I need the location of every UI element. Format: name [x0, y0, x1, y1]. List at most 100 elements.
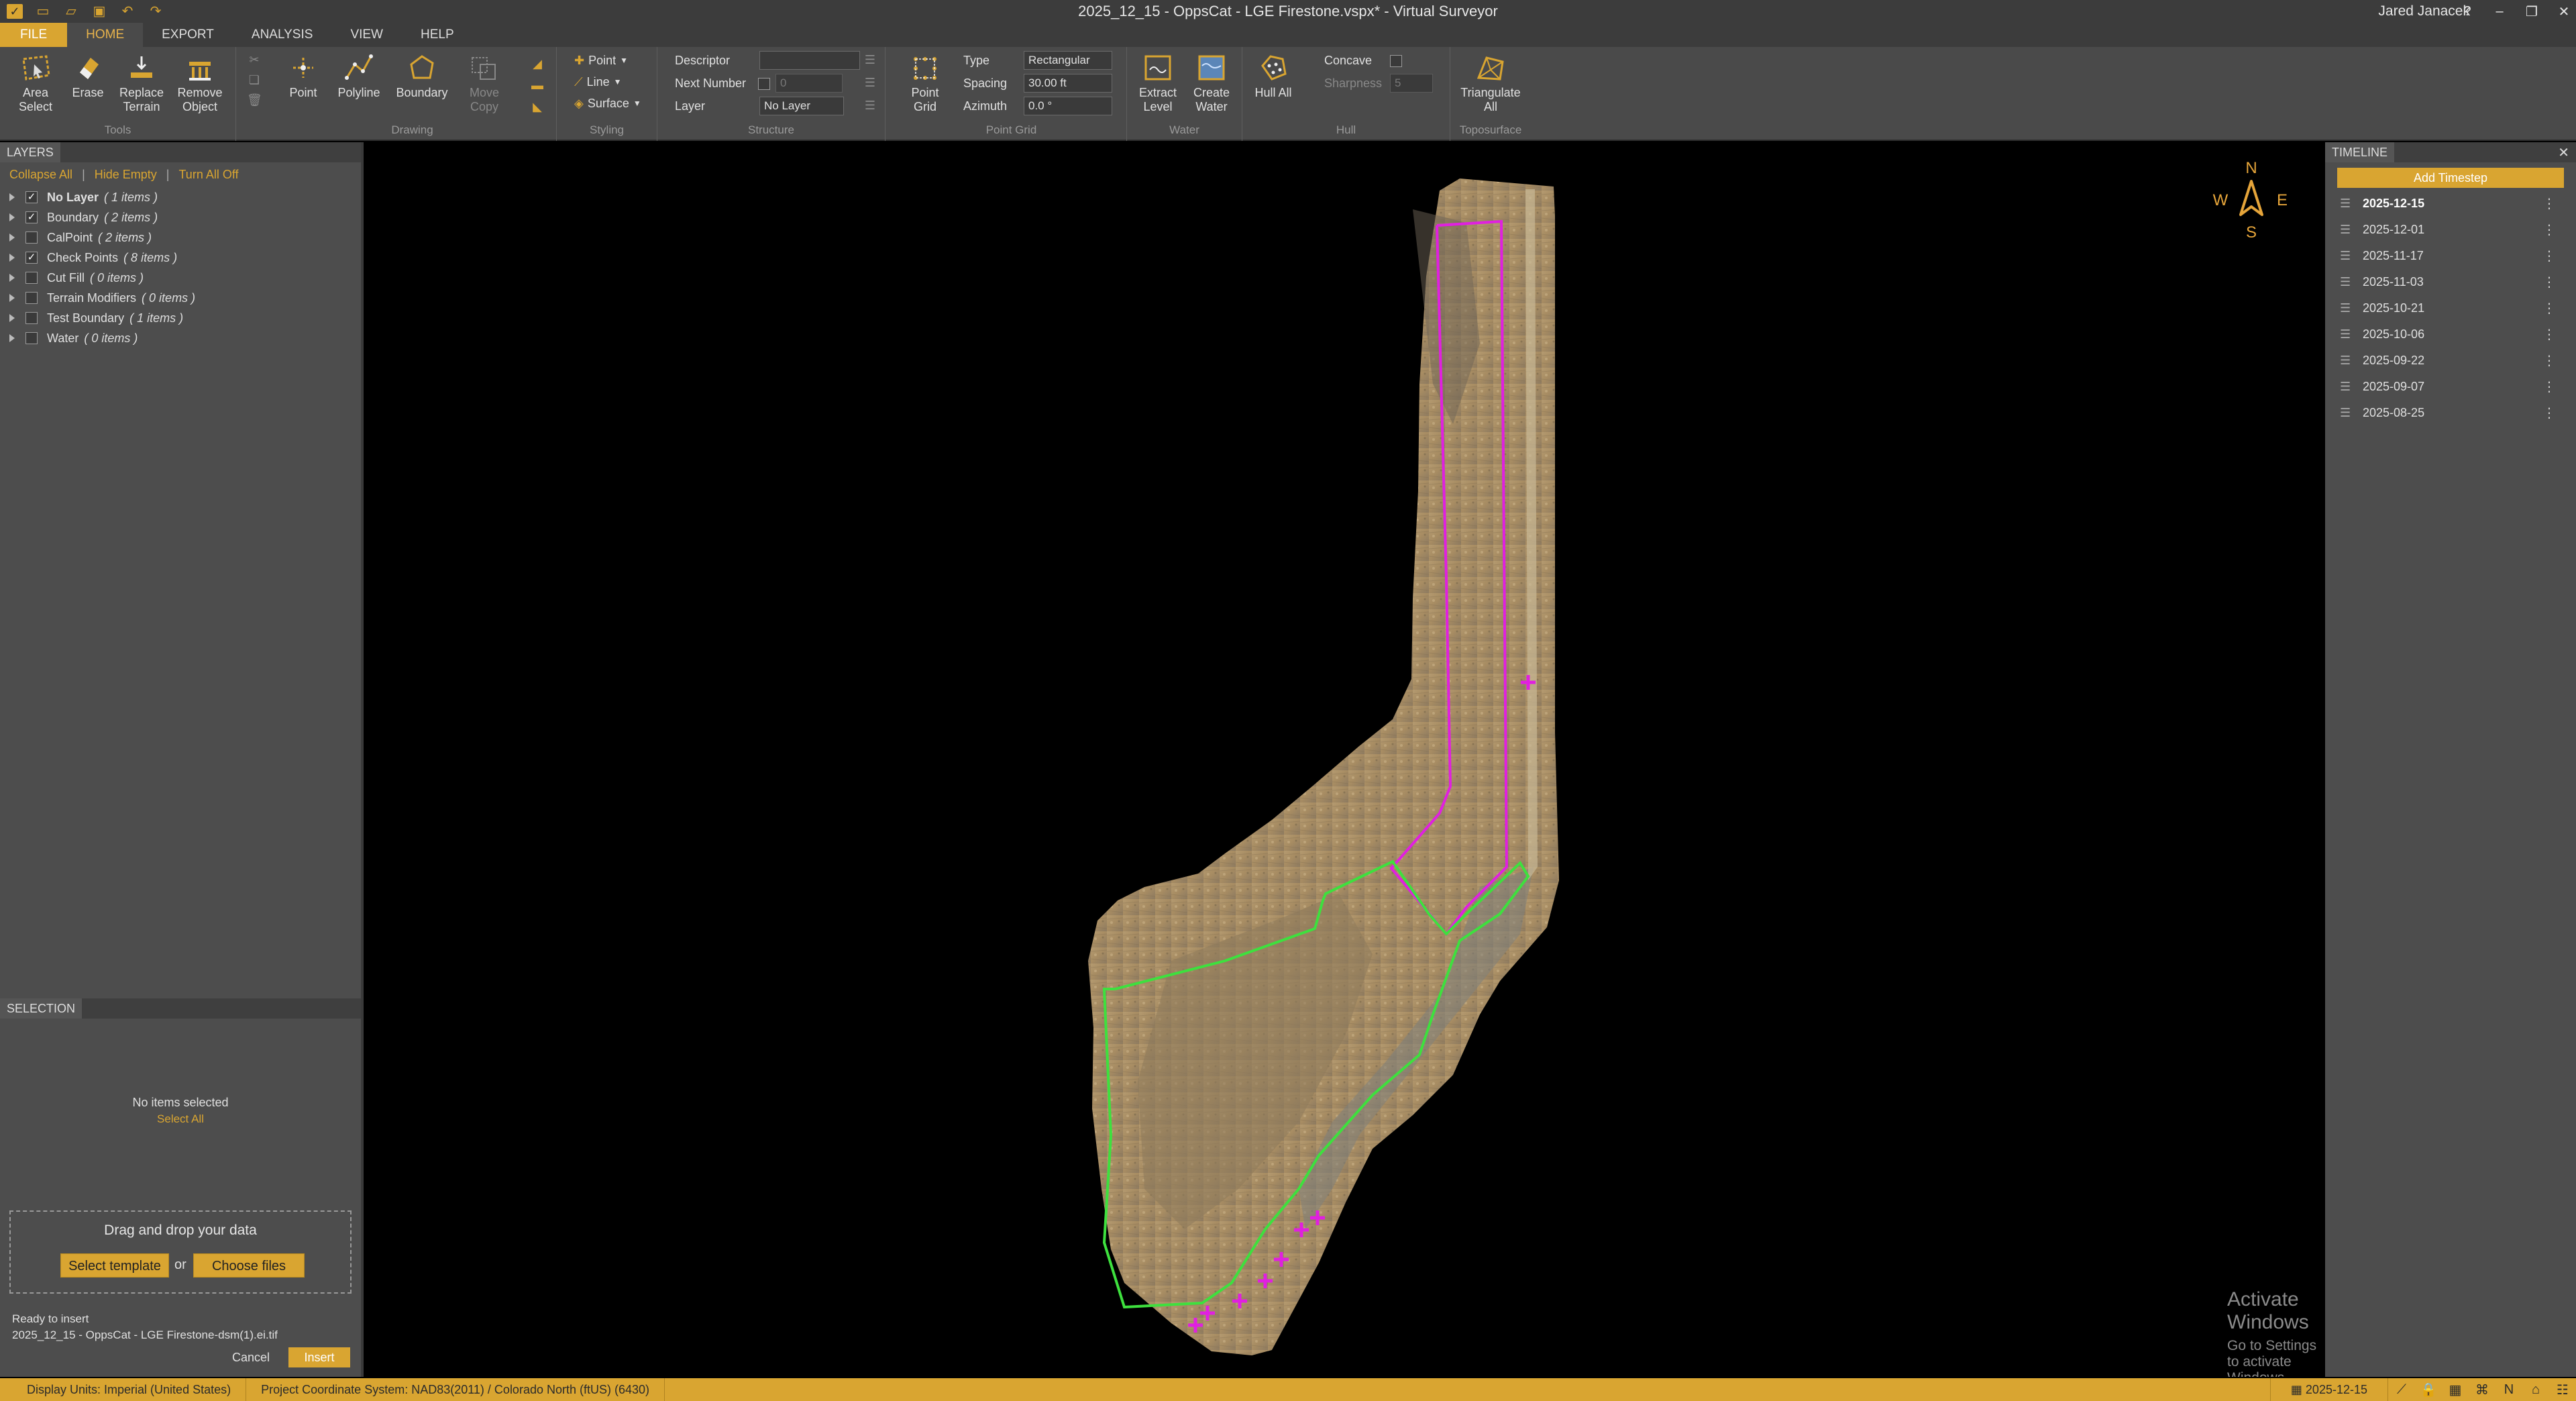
expand-arrow-icon[interactable]: [9, 213, 15, 221]
drag-handle-icon[interactable]: ☰: [2340, 380, 2353, 394]
more-options-icon[interactable]: ⋮: [2542, 326, 2556, 343]
list-icon[interactable]: ☰: [863, 98, 877, 113]
point-style-dropdown[interactable]: ✚ Point ▼: [574, 51, 628, 70]
more-options-icon[interactable]: ⋮: [2542, 352, 2556, 369]
cancel-button[interactable]: Cancel: [224, 1347, 278, 1367]
grid-view-icon[interactable]: ▦: [2442, 1382, 2469, 1398]
current-date[interactable]: ▦ 2025-12-15: [2269, 1378, 2388, 1401]
redo-icon[interactable]: ↷: [148, 4, 164, 19]
expand-arrow-icon[interactable]: [9, 193, 15, 201]
expand-arrow-icon[interactable]: [9, 294, 15, 302]
save-icon[interactable]: ▣: [91, 4, 107, 19]
timestep-row[interactable]: ☰ 2025-11-03 ⋮: [2325, 269, 2576, 295]
open-folder-icon[interactable]: ▱: [63, 4, 79, 19]
restore-icon[interactable]: ❐: [2525, 3, 2538, 20]
help-icon[interactable]: ?: [2461, 4, 2474, 19]
undo-icon[interactable]: ↶: [119, 4, 136, 19]
compass-rose-icon[interactable]: N S W E: [2211, 160, 2292, 240]
terrain-flat-icon[interactable]: ▬: [530, 78, 545, 93]
more-options-icon[interactable]: ⋮: [2542, 195, 2556, 212]
polyline-button[interactable]: Polyline: [333, 52, 385, 100]
more-options-icon[interactable]: ⋮: [2542, 405, 2556, 421]
create-water-button[interactable]: Create Water: [1186, 52, 1237, 114]
sharpness-input[interactable]: 5: [1390, 74, 1433, 93]
drop-zone[interactable]: Drag and drop your data Select template …: [9, 1210, 352, 1294]
descriptor-input[interactable]: [759, 51, 860, 70]
terrain-down-icon[interactable]: ◣: [530, 99, 545, 114]
layer-visibility-checkbox[interactable]: [25, 312, 38, 324]
network-icon[interactable]: ⌘: [2469, 1382, 2496, 1398]
tab-export[interactable]: EXPORT: [143, 23, 233, 47]
layer-visibility-checkbox[interactable]: [25, 332, 38, 344]
area-select-button[interactable]: Area Select: [9, 52, 62, 114]
drag-handle-icon[interactable]: ☰: [2340, 327, 2353, 342]
more-options-icon[interactable]: ⋮: [2542, 274, 2556, 291]
type-select[interactable]: Rectangular: [1024, 51, 1112, 70]
timestep-row[interactable]: ☰ 2025-11-17 ⋮: [2325, 243, 2576, 269]
triangulate-all-button[interactable]: Triangulate All: [1457, 52, 1524, 114]
drag-handle-icon[interactable]: ☰: [2340, 406, 2353, 420]
hide-empty-link[interactable]: Hide Empty: [95, 168, 157, 182]
north-up-icon[interactable]: N: [2496, 1382, 2522, 1398]
layer-row-no-layer[interactable]: ✓ No Layer ( 1 items ): [0, 187, 361, 207]
orthomosaic-svg[interactable]: [366, 142, 2322, 1377]
drag-handle-icon[interactable]: ☰: [2340, 223, 2353, 237]
more-options-icon[interactable]: ⋮: [2542, 378, 2556, 395]
user-name[interactable]: Jared Janacek: [2378, 0, 2470, 23]
layer-visibility-checkbox[interactable]: [25, 292, 38, 304]
tab-file[interactable]: FILE: [0, 23, 68, 47]
layer-row-cut-fill[interactable]: Cut Fill ( 0 items ): [0, 268, 361, 288]
layer-visibility-checkbox[interactable]: [25, 231, 38, 244]
expand-arrow-icon[interactable]: [9, 274, 15, 282]
point-grid-button[interactable]: Point Grid: [903, 52, 947, 114]
timestep-row[interactable]: ☰ 2025-09-22 ⋮: [2325, 348, 2576, 374]
tab-analysis[interactable]: ANALYSIS: [233, 23, 332, 47]
tab-selection[interactable]: SELECTION: [0, 998, 83, 1019]
layer-row-boundary[interactable]: ✓ Boundary ( 2 items ): [0, 207, 361, 227]
choose-files-button[interactable]: Choose files: [193, 1253, 305, 1278]
display-units[interactable]: Display Units: Imperial (United States): [0, 1378, 247, 1401]
timestep-row[interactable]: ☰ 2025-08-25 ⋮: [2325, 400, 2576, 426]
map-options-icon[interactable]: ☷: [2549, 1382, 2576, 1398]
turn-all-off-link[interactable]: Turn All Off: [178, 168, 238, 182]
layer-row-water[interactable]: Water ( 0 items ): [0, 328, 361, 348]
layer-select[interactable]: No Layer: [759, 97, 844, 115]
timestep-row[interactable]: ☰ 2025-10-21 ⋮: [2325, 295, 2576, 321]
layer-row-test-boundary[interactable]: Test Boundary ( 1 items ): [0, 308, 361, 328]
layer-visibility-checkbox[interactable]: ✓: [25, 252, 38, 264]
erase-button[interactable]: Erase: [64, 52, 111, 100]
layer-visibility-checkbox[interactable]: [25, 272, 38, 284]
more-options-icon[interactable]: ⋮: [2542, 300, 2556, 317]
add-timestep-button[interactable]: Add Timestep: [2337, 168, 2564, 188]
drag-handle-icon[interactable]: ☰: [2340, 354, 2353, 368]
tab-view[interactable]: VIEW: [331, 23, 402, 47]
layer-row-check-points[interactable]: ✓ Check Points ( 8 items ): [0, 248, 361, 268]
surface-style-dropdown[interactable]: ◈ Surface ▼: [574, 94, 641, 113]
tab-home[interactable]: HOME: [67, 23, 144, 47]
tab-help[interactable]: HELP: [402, 23, 473, 47]
expand-arrow-icon[interactable]: [9, 314, 15, 322]
line-style-dropdown[interactable]: ⟋ Line ▼: [574, 72, 622, 91]
expand-arrow-icon[interactable]: [9, 334, 15, 342]
replace-terrain-button[interactable]: Replace Terrain: [111, 52, 172, 114]
collapse-all-link[interactable]: Collapse All: [9, 168, 72, 182]
map-viewport[interactable]: N S W E Activate Windows Go to Settings …: [366, 142, 2322, 1377]
select-template-button[interactable]: Select template: [60, 1253, 169, 1278]
remove-object-button[interactable]: Remove Object: [172, 52, 228, 114]
point-button[interactable]: Point: [283, 52, 323, 100]
next-number-input[interactable]: 0: [775, 74, 843, 93]
drag-handle-icon[interactable]: ☰: [2340, 197, 2353, 211]
timestep-row[interactable]: ☰ 2025-12-01 ⋮: [2325, 217, 2576, 243]
layer-visibility-checkbox[interactable]: ✓: [25, 211, 38, 223]
spacing-input[interactable]: 30.00 ft: [1024, 74, 1112, 93]
layer-row-calpoint[interactable]: CalPoint ( 2 items ): [0, 227, 361, 248]
list-icon[interactable]: ☰: [863, 52, 877, 67]
move-copy-button[interactable]: Move Copy: [458, 52, 511, 114]
drag-handle-icon[interactable]: ☰: [2340, 301, 2353, 315]
close-window-icon[interactable]: ✕: [2557, 3, 2571, 20]
tab-timeline[interactable]: TIMELINE: [2325, 142, 2395, 162]
home-view-icon[interactable]: ⌂: [2522, 1382, 2549, 1398]
coordinate-system[interactable]: Project Coordinate System: NAD83(2011) /…: [246, 1378, 665, 1401]
drag-handle-icon[interactable]: ☰: [2340, 275, 2353, 289]
timestep-row[interactable]: ☰ 2025-09-07 ⋮: [2325, 374, 2576, 400]
